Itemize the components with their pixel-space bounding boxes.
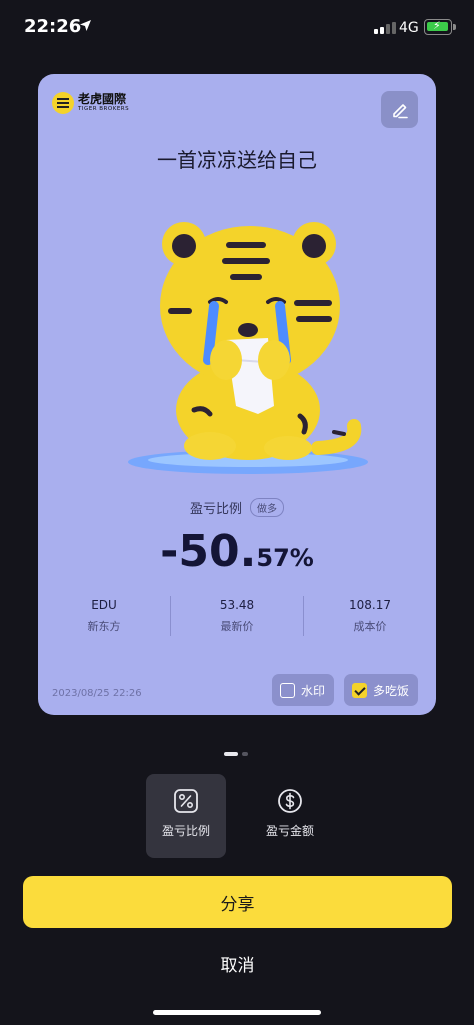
stat-ticker: EDU 新东方 <box>38 596 170 636</box>
pl-label-row: 盈亏比例 做多 <box>38 498 436 517</box>
pl-value-decimal: 57% <box>256 544 314 572</box>
tab-pl-amount[interactable]: 盈亏金额 <box>250 774 330 858</box>
network-type: 4G <box>399 20 419 36</box>
page-dot-active <box>224 752 238 756</box>
tab-pl-ratio[interactable]: 盈亏比例 <box>146 774 226 858</box>
edit-button[interactable] <box>381 91 418 128</box>
share-button[interactable]: 分享 <box>23 876 452 928</box>
position-badge: 做多 <box>250 498 284 517</box>
dine-label: 多吃饭 <box>373 683 410 698</box>
location-arrow-icon <box>80 20 91 31</box>
share-screen: 22:26 4G ⚡ 老虎國際 TIGER BROKERS 一首凉凉送给自己 盈… <box>0 0 474 1025</box>
brand-subtitle: TIGER BROKERS <box>78 106 130 112</box>
brand-name: 老虎國際 <box>78 92 127 106</box>
edit-pencil-icon <box>392 103 408 118</box>
percent-icon <box>174 789 198 813</box>
watermark-label: 水印 <box>301 683 326 698</box>
stat-label: 新东方 <box>87 620 121 633</box>
pl-value-main: -50. <box>160 526 257 577</box>
status-time: 22:26 <box>24 16 82 37</box>
card-timestamp: 2023/08/25 22:26 <box>52 688 142 699</box>
watermark-checkbox[interactable] <box>280 682 295 698</box>
brand: 老虎國際 TIGER BROKERS <box>52 92 129 114</box>
watermark-toggle[interactable]: 水印 <box>272 674 334 706</box>
stat-cost-price: 108.17 成本价 <box>303 596 436 636</box>
stat-label: 成本价 <box>353 620 387 633</box>
page-dot <box>242 752 248 756</box>
signal-icon <box>374 22 396 34</box>
status-bar: 22:26 4G ⚡ <box>0 0 474 56</box>
dine-toggle[interactable]: 多吃饭 <box>344 674 418 706</box>
crying-tiger-illustration <box>128 222 368 474</box>
stat-value: 53.48 <box>219 598 255 612</box>
home-indicator[interactable] <box>153 1010 321 1015</box>
pl-value: -50.57% <box>38 526 436 577</box>
share-card: 老虎國際 TIGER BROKERS 一首凉凉送给自己 盈亏比例 做多 -50.… <box>38 74 436 715</box>
tiger-logo-icon <box>52 92 74 114</box>
battery-icon: ⚡ <box>424 19 456 35</box>
stat-label: 最新价 <box>220 620 254 633</box>
cancel-button[interactable]: 取消 <box>23 944 452 982</box>
page-indicator <box>224 752 248 756</box>
tab-label: 盈亏比例 <box>161 824 210 838</box>
dollar-icon <box>278 789 302 813</box>
stat-latest-price: 53.48 最新价 <box>170 596 303 636</box>
stat-value: 108.17 <box>349 598 391 612</box>
stock-stats: EDU 新东方 53.48 最新价 108.17 成本价 <box>38 596 436 636</box>
tab-label: 盈亏金额 <box>265 824 314 838</box>
pl-label: 盈亏比例 <box>189 502 242 517</box>
card-title: 一首凉凉送给自己 <box>157 148 317 172</box>
stat-value: EDU <box>91 598 117 612</box>
dine-checkbox[interactable] <box>352 682 367 698</box>
